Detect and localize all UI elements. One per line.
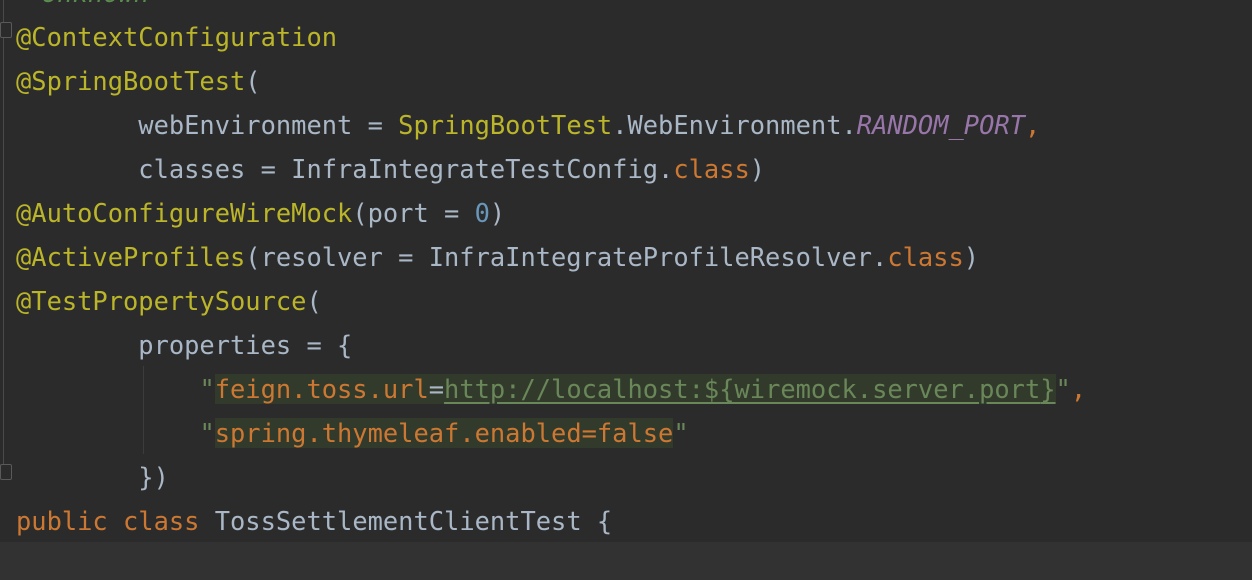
code-token: @AutoConfigureWireMock [16,198,353,228]
code-token: webEnvironment = [16,110,399,140]
code-token: .WebEnvironment. [612,110,857,140]
code-token: }) [16,462,169,492]
fold-start-icon[interactable] [0,22,12,38]
code-token: " [673,418,689,448]
partial-comment-line: Unknown [42,0,149,8]
code-line[interactable]: @SpringBootTest( [16,59,261,103]
code-line[interactable]: }) [16,455,169,499]
code-token: @ContextConfiguration [16,22,338,52]
code-token: properties = { [16,330,353,360]
code-token: TossSettlementClientTest { [199,506,613,536]
code-line[interactable]: classes = InfraIntegrateTestConfig.class… [16,147,765,191]
code-token: public [16,506,108,536]
code-token: ( [245,66,261,96]
code-token: , [1024,110,1041,140]
code-editor[interactable]: Unknown @ContextConfiguration @SpringBoot… [0,0,1252,580]
code-line[interactable]: "feign.toss.url=http://localhost:${wirem… [16,367,1086,411]
gutter-fold-line [3,0,4,480]
code-token: ) [749,154,766,184]
code-token: " [199,418,215,448]
code-token: (resolver = InfraIntegrateProfileResolve… [245,242,888,272]
code-token: ) [489,198,506,228]
code-token: = [428,374,445,404]
code-line[interactable]: webEnvironment = SpringBootTest.WebEnvir… [16,103,1040,147]
code-token: @TestPropertySource [16,286,307,316]
code-token: class [887,242,964,272]
code-token: feign.toss.url [214,374,429,404]
current-line-highlight [0,542,1252,580]
code-token: spring.thymeleaf.enabled=false [214,418,674,448]
code-token: 0 [474,198,490,228]
code-token: classes = InfraIntegrateTestConfig. [16,154,674,184]
code-token: SpringBootTest [398,110,613,140]
code-token: class [673,154,750,184]
code-line[interactable]: @AutoConfigureWireMock(port = 0) [16,191,505,235]
code-token: } [1040,374,1056,404]
code-token: @ActiveProfiles [16,242,246,272]
code-token: RANDOM_PORT [856,110,1025,140]
code-token: ( [306,286,322,316]
code-token: @SpringBootTest [16,66,246,96]
code-token: (port = [352,198,475,228]
code-token: " [199,374,215,404]
code-token: " [1055,374,1071,404]
code-token: , [1070,374,1087,404]
fold-end-icon[interactable] [0,464,12,480]
code-line[interactable]: @ActiveProfiles(resolver = InfraIntegrat… [16,235,979,279]
code-token: class [123,506,200,536]
code-line[interactable]: properties = { [16,323,352,367]
code-token: ) [963,242,980,272]
code-token: http://localhost:${ [444,374,735,404]
code-token: wiremock.server.port [734,374,1041,404]
code-line[interactable]: @ContextConfiguration [16,15,337,59]
code-line[interactable]: public class TossSettlementClientTest { [16,499,612,543]
code-line[interactable]: "spring.thymeleaf.enabled=false" [16,411,689,455]
code-line[interactable]: @TestPropertySource( [16,279,322,323]
